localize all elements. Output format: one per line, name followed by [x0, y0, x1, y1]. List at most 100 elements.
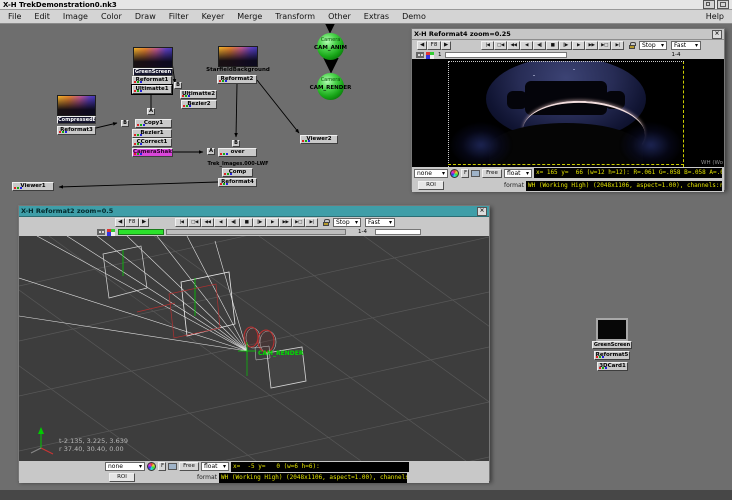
bitdepth-select[interactable]: float▾ — [504, 169, 532, 178]
play-button[interactable]: ▶ — [572, 41, 585, 50]
menu-file[interactable]: File — [8, 12, 21, 21]
fast-forward-button[interactable]: ▶▶ — [279, 218, 292, 227]
speed-select[interactable]: Fast▾ — [671, 41, 701, 50]
maximize-button[interactable] — [717, 0, 729, 9]
prev-view-button[interactable]: ◀ — [115, 218, 125, 227]
next-view-button[interactable]: ▶ — [139, 218, 149, 227]
monitor-icon[interactable] — [168, 463, 177, 470]
prev-view-button[interactable]: ◀ — [417, 41, 427, 50]
node-ultimatte2[interactable]: Ultimatte2 — [180, 90, 217, 99]
node-thumbnail-greenscreen5[interactable] — [596, 318, 628, 341]
roi-button[interactable]: ROI — [418, 181, 444, 190]
node-ccorrect1[interactable]: CCorrect1 — [132, 138, 172, 147]
grid-icon[interactable] — [416, 52, 424, 58]
close-icon[interactable]: × — [477, 207, 487, 216]
lut-select[interactable]: none▾ — [414, 169, 448, 178]
free-mode-button[interactable]: Free — [179, 462, 199, 471]
menu-merge[interactable]: Merge — [237, 12, 262, 21]
step-forward-button[interactable]: ‖▶ — [253, 218, 266, 227]
bitdepth-select[interactable]: float▾ — [201, 462, 229, 471]
node-3dcard1[interactable]: 3DCard1 — [597, 362, 628, 371]
viewer-top-titlebar[interactable]: X-H Reformat4 zoom=0.25 × — [412, 29, 724, 40]
node-thumbnail-compressedbg[interactable] — [57, 95, 96, 116]
node-thumbnail-greenscreen[interactable] — [133, 47, 173, 68]
viewer-top-image[interactable]: WH (Wo — [412, 59, 724, 167]
prev-keyframe-button[interactable]: □◀ — [494, 41, 507, 50]
play-backward-button[interactable]: ◀ — [214, 218, 227, 227]
lut-select[interactable]: none▾ — [105, 462, 145, 471]
node-greenscreen5[interactable]: GreenScreen — [592, 341, 632, 349]
speed-select[interactable]: Fast▾ — [365, 218, 395, 227]
monitor-icon[interactable] — [471, 170, 480, 177]
step-back-button[interactable]: ◀‖ — [227, 218, 240, 227]
viewer-bottom-3d-viewport[interactable]: CAM_RENDER t-2.135, 3.225, 3.639 r 37.40… — [19, 236, 489, 461]
grid-icon[interactable] — [97, 229, 105, 235]
node-copy1[interactable]: Copy1 — [135, 119, 172, 128]
next-keyframe-button[interactable]: ▶□ — [598, 41, 611, 50]
menu-demo[interactable]: Demo — [402, 12, 426, 21]
node-starfieldbackground[interactable]: StarfieldBackground — [205, 67, 271, 73]
close-icon[interactable]: × — [712, 30, 722, 39]
node-reformat2[interactable]: Reformat2 — [217, 75, 257, 84]
f8-button[interactable]: F8 — [427, 41, 441, 50]
main-titlebar[interactable]: X-H TrekDemonstration0.nk3 — [0, 0, 732, 10]
fast-forward-button[interactable]: ▶▶ — [585, 41, 598, 50]
node-viewer2[interactable]: Viewer2 — [300, 135, 338, 144]
stop-button[interactable]: ■ — [240, 218, 253, 227]
play-button[interactable]: ▶ — [266, 218, 279, 227]
node-thumbnail-starfield[interactable] — [218, 46, 258, 67]
menu-other[interactable]: Other — [328, 12, 351, 21]
color-wheel-icon[interactable] — [450, 169, 459, 178]
menu-color[interactable]: Color — [101, 12, 122, 21]
next-keyframe-button[interactable]: ▶□ — [292, 218, 305, 227]
full-float-button[interactable]: F — [461, 169, 469, 178]
node-bezier1[interactable]: Bezier1 — [132, 129, 172, 138]
menu-draw[interactable]: Draw — [135, 12, 156, 21]
menu-keyer[interactable]: Keyer — [202, 12, 225, 21]
goto-end-button[interactable]: ▶| — [305, 218, 318, 227]
menu-edit[interactable]: Edit — [34, 12, 50, 21]
node-compressedbg[interactable]: CompressedBG — [57, 116, 96, 124]
prev-keyframe-button[interactable]: □◀ — [188, 218, 201, 227]
node-reformat3[interactable]: Reformat3 — [57, 126, 96, 135]
node-over[interactable]: over — [218, 148, 257, 157]
stop-mode-select[interactable]: Stop▾ — [333, 218, 361, 227]
color-wheel-icon[interactable] — [147, 462, 156, 471]
fast-backward-button[interactable]: ◀◀ — [201, 218, 214, 227]
node-reformat1[interactable]: Reformat1 — [132, 76, 172, 85]
stop-button[interactable]: ■ — [546, 41, 559, 50]
rgba-channels-icon[interactable] — [426, 52, 434, 59]
step-forward-button[interactable]: ‖▶ — [559, 41, 572, 50]
f8-button[interactable]: F8 — [125, 218, 139, 227]
node-reformat4[interactable]: Reformat4 — [218, 178, 257, 187]
fast-backward-button[interactable]: ◀◀ — [507, 41, 520, 50]
menu-filter[interactable]: Filter — [169, 12, 189, 21]
node-camerashake[interactable]: CameraShake — [132, 148, 173, 157]
frame-field[interactable] — [375, 229, 421, 235]
next-view-button[interactable]: ▶ — [441, 41, 451, 50]
goto-start-button[interactable]: |◀ — [481, 41, 494, 50]
frame-slider[interactable] — [166, 229, 346, 235]
node-greenscreen[interactable]: GreenScreen — [133, 68, 173, 76]
lock-icon[interactable] — [628, 41, 636, 50]
goto-start-button[interactable]: |◀ — [175, 218, 188, 227]
free-mode-button[interactable]: Free — [482, 169, 502, 178]
menu-extras[interactable]: Extras — [364, 12, 389, 21]
minimize-button[interactable] — [703, 0, 715, 9]
rgba-channels-icon[interactable] — [107, 229, 115, 236]
menu-help[interactable]: Help — [706, 12, 724, 21]
menu-transform[interactable]: Transform — [275, 12, 315, 21]
node-ultimatte1[interactable]: Ultimatte1 — [132, 85, 172, 94]
frame-slider[interactable] — [445, 52, 567, 58]
play-backward-button[interactable]: ◀ — [520, 41, 533, 50]
menu-image[interactable]: Image — [63, 12, 88, 21]
node-reformat5[interactable]: Reformat5 — [594, 351, 630, 360]
stop-mode-select[interactable]: Stop▾ — [639, 41, 667, 50]
step-back-button[interactable]: ◀‖ — [533, 41, 546, 50]
viewer-bottom-titlebar[interactable]: X-H Reformat2 zoom=0.5 × — [19, 206, 489, 217]
node-comp[interactable]: Comp — [222, 168, 253, 177]
goto-end-button[interactable]: ▶| — [611, 41, 624, 50]
roi-button[interactable]: ROI — [109, 473, 135, 482]
node-bezier2[interactable]: Bezier2 — [181, 100, 217, 109]
current-frame[interactable]: 1 — [438, 52, 442, 58]
